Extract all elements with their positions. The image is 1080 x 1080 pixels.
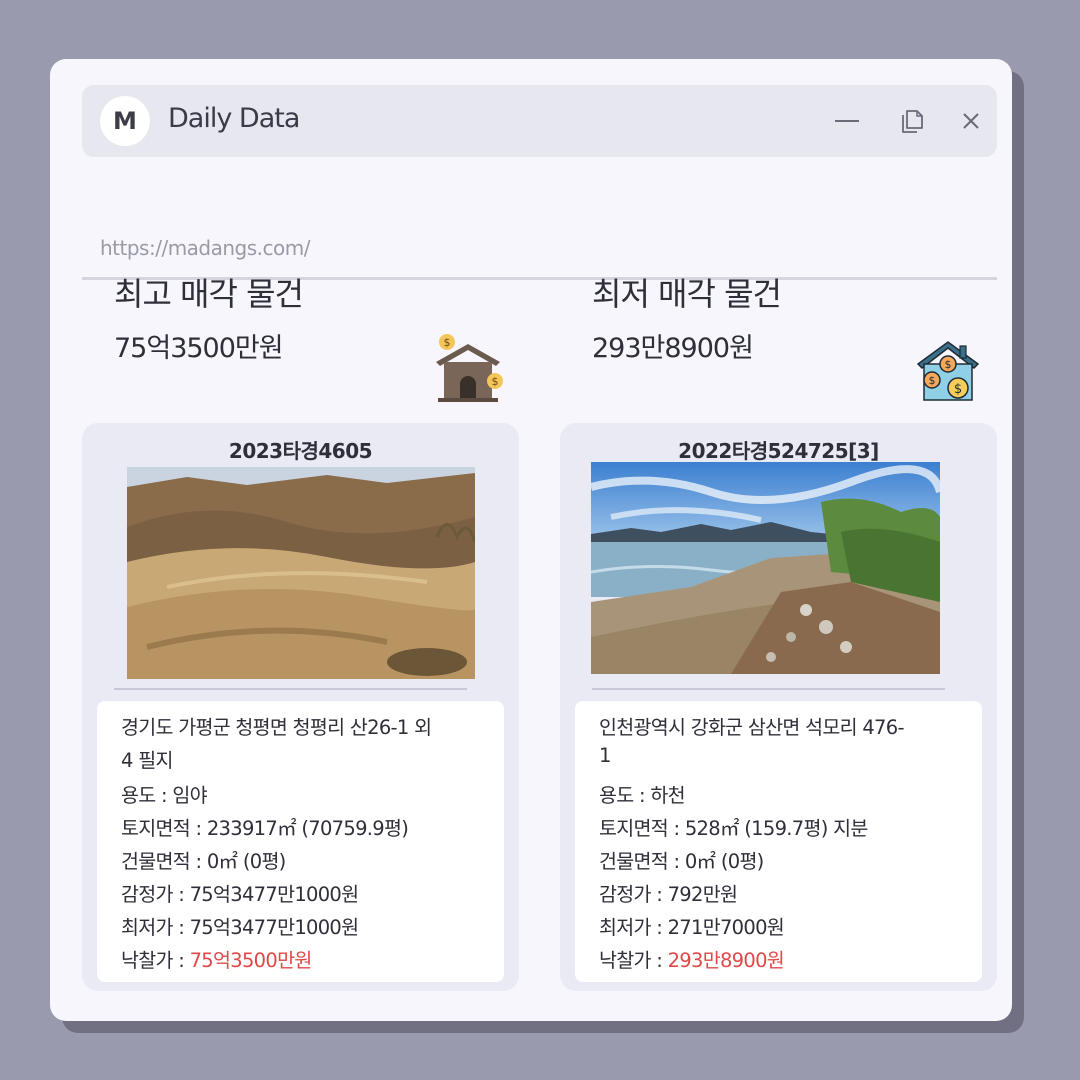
card-divider bbox=[592, 688, 945, 690]
usage-label: 용도 : bbox=[599, 784, 651, 807]
house-money-icon: $ $ bbox=[436, 334, 503, 402]
land-area-value: 528㎡ (159.7평) 지분 bbox=[684, 817, 868, 840]
land-area-label: 토지면적 : bbox=[599, 817, 685, 840]
property-details: 인천광역시 강화군 삼산면 석모리 476- 1 용도 : 하천 토지면적 : … bbox=[575, 701, 982, 982]
building-area-label: 건물면적 : bbox=[121, 850, 207, 873]
appraisal-value: 75억3477만1000원 bbox=[189, 883, 359, 906]
close-button[interactable] bbox=[955, 105, 987, 137]
lowest-value: 293만8900원 bbox=[592, 333, 754, 364]
building-area-value: 0㎡ (0평) bbox=[684, 850, 764, 873]
svg-text:$: $ bbox=[444, 336, 451, 349]
minimum-value: 271만7000원 bbox=[667, 916, 785, 939]
svg-text:$: $ bbox=[954, 382, 962, 397]
sale-label: 낙찰가 : bbox=[599, 949, 668, 972]
case-number[interactable]: 2022타경524725[3] bbox=[560, 435, 997, 464]
land-area-row: 토지면적 : 233917㎡ (70759.9평) bbox=[121, 812, 409, 841]
svg-text:$: $ bbox=[945, 358, 952, 371]
building-area-row: 건물면적 : 0㎡ (0평) bbox=[121, 845, 286, 874]
building-area-label: 건물면적 : bbox=[599, 850, 685, 873]
property-card-lowest[interactable]: 2022타경524725[3] 인천광역시 강화군 삼산면 석모리 476- 1… bbox=[560, 423, 997, 991]
usage-value: 하천 bbox=[650, 784, 685, 807]
close-icon bbox=[963, 113, 979, 129]
minimum-label: 최저가 : bbox=[121, 916, 190, 939]
appraisal-value: 792만원 bbox=[667, 883, 738, 906]
usage-label: 용도 : bbox=[121, 784, 173, 807]
app-title: Daily Data bbox=[168, 103, 300, 134]
property-details: 경기도 가평군 청평면 청평리 산26-1 외 4 필지 용도 : 임야 토지면… bbox=[97, 701, 504, 982]
minimize-icon bbox=[835, 120, 859, 122]
house-coins-icon: $ $ $ bbox=[916, 341, 980, 401]
land-area-row: 토지면적 : 528㎡ (159.7평) 지분 bbox=[599, 812, 868, 841]
usage-row: 용도 : 임야 bbox=[121, 779, 208, 808]
sale-price: 75억3500만원 bbox=[189, 949, 313, 972]
title-bar[interactable]: M Daily Data bbox=[82, 85, 997, 157]
address-line: 경기도 가평군 청평면 청평리 산26-1 외 bbox=[121, 716, 432, 739]
appraisal-row: 감정가 : 792만원 bbox=[599, 878, 738, 907]
appraisal-row: 감정가 : 75억3477만1000원 bbox=[121, 878, 359, 907]
appraisal-label: 감정가 : bbox=[121, 883, 190, 906]
appraisal-label: 감정가 : bbox=[599, 883, 668, 906]
minimum-value: 75억3477만1000원 bbox=[189, 916, 359, 939]
sale-row: 낙찰가 : 293만8900원 bbox=[599, 944, 785, 973]
address-line: 1 bbox=[599, 744, 611, 767]
property-card-highest[interactable]: 2023타경4605 경기도 가평군 청평면 청평리 산26-1 외 4 필지 … bbox=[82, 423, 519, 991]
highest-title: 최고 매각 물건 bbox=[114, 275, 304, 313]
land-area-value: 233917㎡ (70759.9평) bbox=[206, 817, 409, 840]
url-text[interactable]: https://madangs.com/ bbox=[100, 236, 310, 260]
sale-row: 낙찰가 : 75억3500만원 bbox=[121, 944, 312, 973]
copy-icon bbox=[902, 110, 923, 133]
svg-text:$: $ bbox=[492, 375, 499, 388]
highest-value: 75억3500만원 bbox=[114, 333, 284, 364]
avatar: M bbox=[100, 96, 150, 146]
minimize-button[interactable] bbox=[831, 105, 863, 137]
property-photo bbox=[127, 467, 475, 679]
card-divider bbox=[114, 688, 467, 690]
sale-label: 낙찰가 : bbox=[121, 949, 190, 972]
restore-button[interactable] bbox=[895, 105, 927, 137]
svg-text:$: $ bbox=[929, 374, 936, 387]
minimum-label: 최저가 : bbox=[599, 916, 668, 939]
minimum-row: 최저가 : 75억3477만1000원 bbox=[121, 911, 359, 940]
address-line: 4 필지 bbox=[121, 749, 173, 772]
address-line: 인천광역시 강화군 삼산면 석모리 476- bbox=[599, 716, 905, 739]
building-area-row: 건물면적 : 0㎡ (0평) bbox=[599, 845, 764, 874]
sale-price: 293만8900원 bbox=[667, 949, 785, 972]
land-area-label: 토지면적 : bbox=[121, 817, 207, 840]
building-area-value: 0㎡ (0평) bbox=[206, 850, 286, 873]
usage-row: 용도 : 하천 bbox=[599, 779, 686, 808]
case-number[interactable]: 2023타경4605 bbox=[82, 435, 519, 464]
usage-value: 임야 bbox=[172, 784, 207, 807]
property-photo bbox=[591, 462, 940, 674]
lowest-title: 최저 매각 물건 bbox=[592, 275, 782, 313]
minimum-row: 최저가 : 271만7000원 bbox=[599, 911, 785, 940]
